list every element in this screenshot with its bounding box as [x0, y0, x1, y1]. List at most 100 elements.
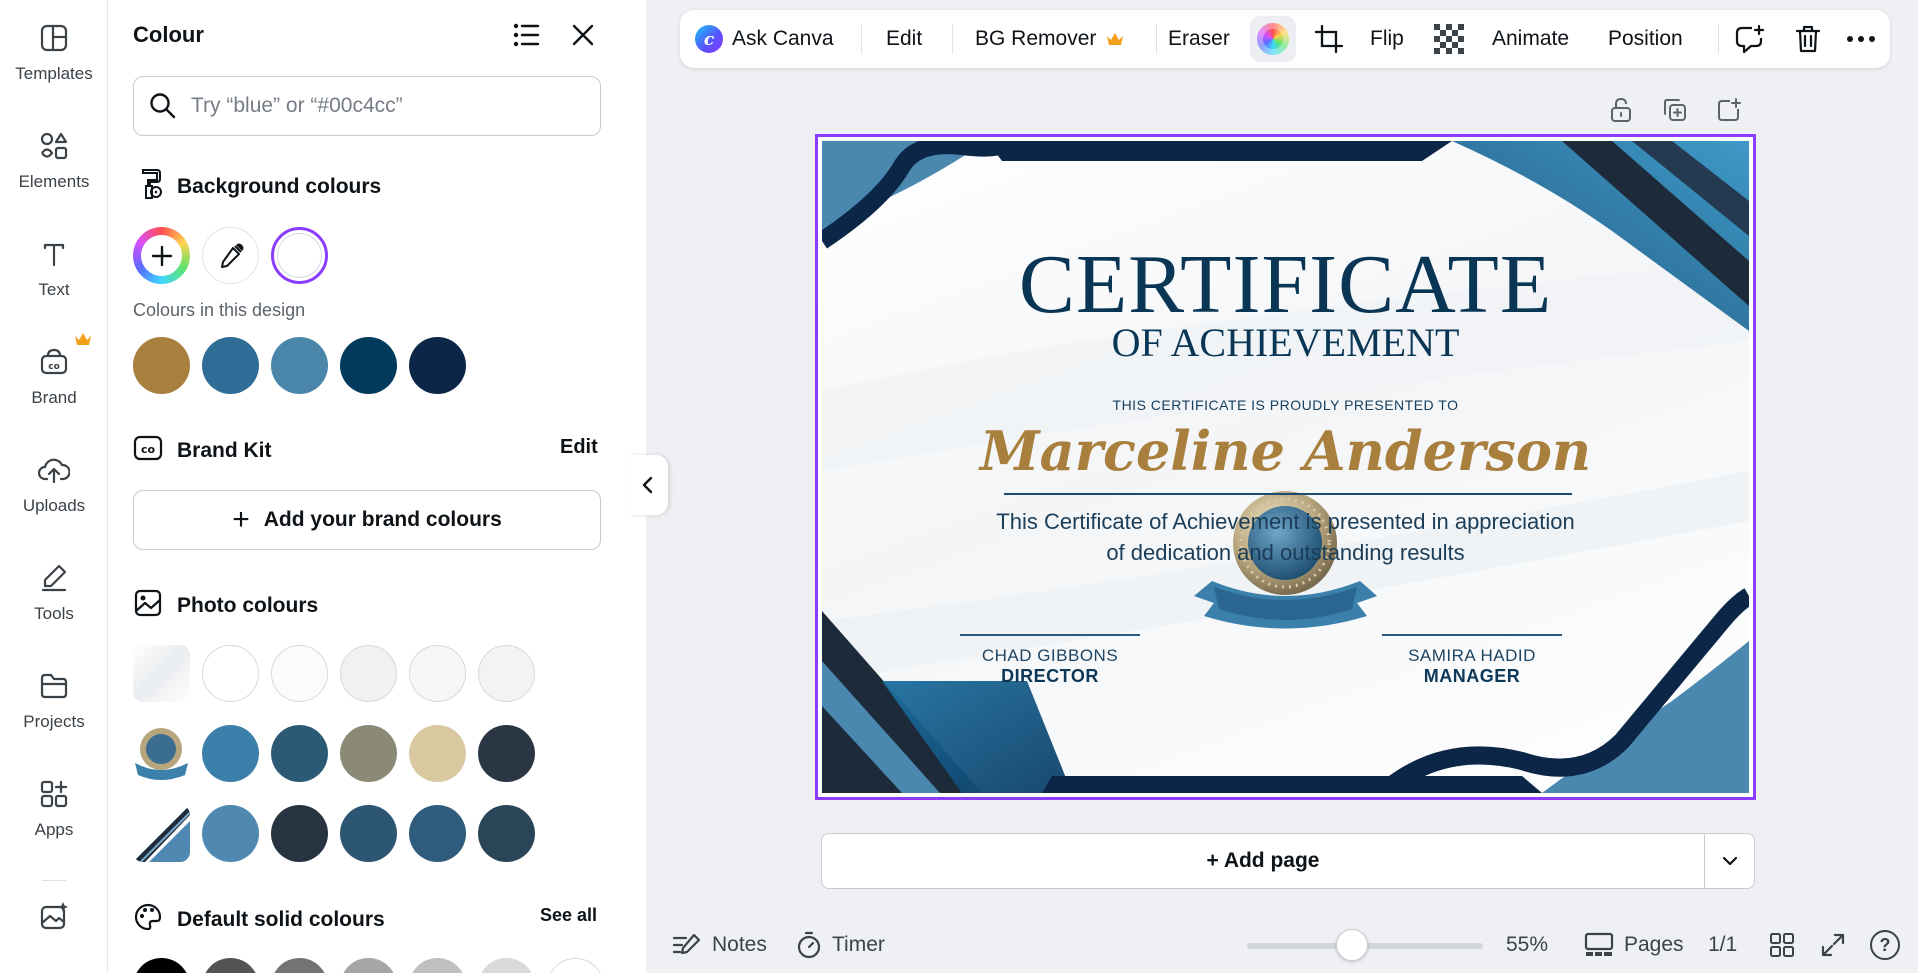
certificate-design[interactable]: CERTIFICATE OF ACHIEVEMENT THIS CERTIFIC…	[822, 141, 1749, 793]
add-brand-colours-button[interactable]: + Add your brand colours	[133, 490, 601, 550]
comment-button[interactable]	[1734, 10, 1766, 68]
eyedropper-icon	[220, 243, 243, 268]
eyedropper-button[interactable]	[202, 227, 259, 284]
add-page-dropdown[interactable]	[1704, 834, 1754, 888]
animate-button[interactable]: Animate	[1492, 10, 1569, 68]
default-colour-swatch[interactable]	[340, 958, 397, 973]
position-button[interactable]: Position	[1608, 10, 1683, 68]
collapse-panel-button[interactable]	[628, 455, 668, 515]
photo-colour-swatch[interactable]	[478, 645, 535, 702]
photo-colour-swatch[interactable]	[340, 805, 397, 862]
certificate-title[interactable]: CERTIFICATE	[822, 243, 1749, 327]
delete-button[interactable]	[1794, 10, 1822, 68]
chevron-left-icon	[642, 476, 653, 494]
certificate-presented-text[interactable]: THIS CERTIFICATE IS PROUDLY PRESENTED TO	[822, 397, 1749, 413]
photo-colour-swatch[interactable]	[478, 725, 535, 782]
page-count: 1/1	[1708, 933, 1738, 956]
photo-thumbnail-stripes[interactable]	[133, 805, 190, 862]
edit-button[interactable]: Edit	[886, 10, 922, 68]
close-icon[interactable]	[568, 20, 598, 50]
photo-thumbnail-background[interactable]	[133, 645, 190, 702]
add-brand-colours-label: Add your brand colours	[263, 508, 502, 531]
pages-button[interactable]: Pages	[1584, 930, 1684, 960]
flip-button[interactable]: Flip	[1370, 10, 1404, 68]
text-icon	[38, 238, 70, 270]
colour-button[interactable]	[1250, 10, 1296, 68]
photo-colour-swatch[interactable]	[340, 725, 397, 782]
rail-item-text[interactable]: Text	[0, 216, 108, 312]
rail-item-elements[interactable]: Elements	[0, 108, 108, 204]
photo-colour-swatch[interactable]	[202, 645, 259, 702]
lock-page-button[interactable]	[1606, 95, 1636, 125]
panel-title: Colour	[133, 22, 204, 47]
photo-thumbnail-medal[interactable]	[133, 725, 190, 782]
photo-colour-swatch[interactable]	[271, 645, 328, 702]
see-all-link[interactable]: See all	[540, 905, 597, 926]
signature-block-left[interactable]: CHAD GIBBONS DIRECTOR	[960, 634, 1140, 687]
context-toolbar: c Ask Canva Edit BG Remover Eraser Flip …	[680, 10, 1890, 68]
default-colour-swatch[interactable]	[409, 958, 466, 973]
photo-colour-swatch[interactable]	[271, 725, 328, 782]
lock-icon	[1611, 97, 1631, 122]
certificate-page[interactable]: CERTIFICATE OF ACHIEVEMENT THIS CERTIFIC…	[815, 134, 1756, 800]
photo-colour-swatch[interactable]	[478, 805, 535, 862]
palette-icon	[133, 902, 163, 937]
default-colour-swatch[interactable]	[202, 958, 259, 973]
grid-view-button[interactable]	[1769, 930, 1795, 960]
templates-icon	[38, 22, 70, 54]
photo-colour-swatch[interactable]	[271, 805, 328, 862]
add-page-above-button[interactable]	[1714, 95, 1744, 125]
duplicate-page-button[interactable]	[1660, 95, 1690, 125]
list-view-icon[interactable]	[510, 20, 542, 50]
brand-kit-edit-link[interactable]: Edit	[560, 436, 598, 459]
fullscreen-button[interactable]	[1820, 930, 1846, 960]
timer-label: Timer	[832, 933, 885, 956]
design-colour-swatch[interactable]	[340, 337, 397, 394]
eraser-button[interactable]: Eraser	[1168, 10, 1230, 68]
recipient-name[interactable]: Marceline Anderson	[822, 419, 1749, 483]
certificate-subtitle[interactable]: OF ACHIEVEMENT	[822, 323, 1749, 363]
rail-item-apps[interactable]: Apps	[0, 756, 108, 852]
rail-item-templates[interactable]: Templates	[0, 0, 108, 96]
photo-colour-swatch[interactable]	[340, 645, 397, 702]
photo-colour-swatch[interactable]	[409, 645, 466, 702]
rail-item-magic-media[interactable]	[0, 890, 108, 960]
photo-colour-swatch[interactable]	[202, 725, 259, 782]
design-colour-swatch[interactable]	[202, 337, 259, 394]
rail-item-uploads[interactable]: Uploads	[0, 432, 108, 528]
search-input[interactable]	[191, 94, 591, 118]
photo-colour-swatch[interactable]	[409, 805, 466, 862]
add-colour-button[interactable]	[133, 227, 190, 284]
brand-kit-icon: co	[133, 433, 163, 468]
rail-label: Brand	[31, 388, 77, 407]
rail-item-tools[interactable]: Tools	[0, 540, 108, 636]
timer-button[interactable]: Timer	[796, 930, 885, 960]
zoom-percentage[interactable]: 55%	[1506, 930, 1548, 960]
design-colour-swatch[interactable]	[271, 337, 328, 394]
photo-colour-swatch[interactable]	[202, 805, 259, 862]
photo-colour-swatch[interactable]	[409, 725, 466, 782]
more-options-button[interactable]	[1846, 10, 1876, 68]
zoom-slider-handle[interactable]	[1336, 929, 1368, 961]
rail-item-projects[interactable]: Projects	[0, 648, 108, 744]
default-colour-swatch[interactable]	[547, 958, 604, 973]
crop-button[interactable]	[1314, 10, 1344, 68]
bg-remover-button[interactable]: BG Remover	[975, 10, 1124, 68]
colour-search[interactable]	[133, 76, 601, 136]
add-page-button[interactable]: + Add page	[821, 833, 1755, 889]
design-colour-swatch[interactable]	[409, 337, 466, 394]
signature-block-right[interactable]: SAMIRA HADID MANAGER	[1382, 634, 1562, 687]
ask-canva-button[interactable]: c Ask Canva	[694, 10, 834, 68]
default-colour-swatch[interactable]	[478, 958, 535, 973]
default-colour-swatch[interactable]	[271, 958, 328, 973]
notes-button[interactable]: Notes	[672, 930, 767, 960]
toolbar-divider	[952, 24, 953, 54]
crown-icon	[1106, 32, 1124, 46]
design-colour-swatch[interactable]	[133, 337, 190, 394]
background-swatch-selected[interactable]	[271, 227, 328, 284]
default-colour-swatch[interactable]	[133, 958, 190, 973]
transparency-button[interactable]	[1434, 10, 1464, 68]
certificate-body[interactable]: This Certificate of Achievement is prese…	[822, 506, 1749, 568]
help-button[interactable]: ?	[1870, 930, 1900, 960]
transparency-icon	[1434, 24, 1464, 54]
